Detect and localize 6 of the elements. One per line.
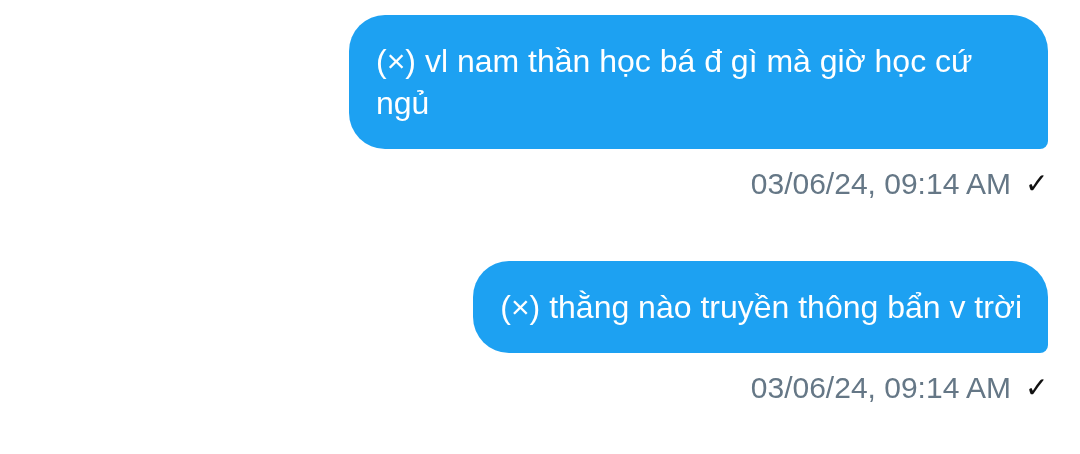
sent-check-mark: ✓ <box>1025 371 1048 405</box>
timestamp: 03/06/24, 09:14 AM <box>750 371 1011 405</box>
sent-check-mark: ✓ <box>1025 167 1048 201</box>
message-bubble: (×) thằng nào truyền thông bẩn v trời <box>473 261 1048 353</box>
message-bubble: (×) vl nam thần học bá đ gì mà giờ học cứ ngủ <box>349 15 1048 149</box>
timestamp: 03/06/24, 09:14 AM <box>750 167 1011 201</box>
